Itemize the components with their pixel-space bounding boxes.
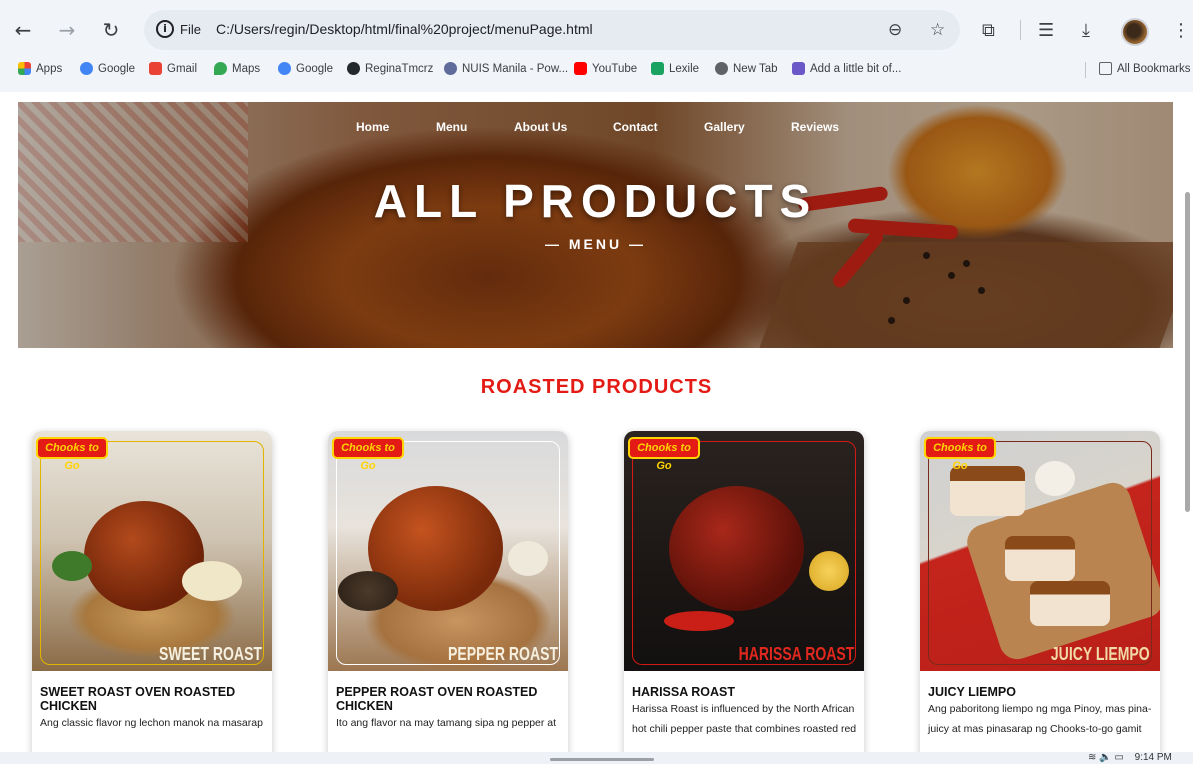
- product-card[interactable]: Chooks to Go JUICY LIEMPO JUICY LIEMPO A…: [920, 431, 1160, 764]
- download-icon[interactable]: ⤓: [1082, 20, 1090, 41]
- file-scheme-label: File: [180, 22, 201, 37]
- system-tray: ≋ 🔈 ▭ 9:14 PM: [1088, 752, 1172, 763]
- os-taskbar: ≋ 🔈 ▭ 9:14 PM: [0, 752, 1193, 764]
- browser-toolbar: ← → ↻ i File C:/Users/regin/Desktop/html…: [0, 6, 1193, 54]
- nav-link-home[interactable]: Home: [356, 120, 389, 134]
- reload-icon[interactable]: ↻: [98, 17, 124, 43]
- brand-logo: Chooks to Go: [924, 437, 996, 472]
- bookmark-google-2[interactable]: Google: [278, 62, 333, 75]
- image-flavor-label: PEPPER ROAST: [447, 644, 558, 664]
- page-content: Home Menu About Us Contact Gallery Revie…: [0, 92, 1193, 764]
- star-bookmark-icon[interactable]: ☆: [930, 20, 945, 40]
- product-card[interactable]: Chooks to Go PEPPER ROAST PEPPER ROAST O…: [328, 431, 568, 764]
- bookmark-apps[interactable]: Apps: [18, 62, 62, 75]
- bookmark-label: NUIS Manila - Pow...: [462, 62, 569, 75]
- wifi-icon[interactable]: ≋: [1088, 752, 1096, 763]
- maps-pin-icon: [214, 62, 227, 75]
- brand-logo: Chooks to Go: [332, 437, 404, 472]
- apps-grid-icon: [18, 62, 31, 75]
- address-bar[interactable]: i File C:/Users/regin/Desktop/html/final…: [144, 10, 960, 50]
- browser-chrome: ← → ↻ i File C:/Users/regin/Desktop/html…: [0, 0, 1193, 92]
- bookmark-label: Lexile: [669, 62, 700, 75]
- bookmark-add-little[interactable]: Add a little bit of...: [792, 62, 901, 75]
- taskbar-handle[interactable]: [550, 758, 654, 761]
- battery-icon[interactable]: ▭: [1114, 752, 1123, 763]
- nav-link-gallery[interactable]: Gallery: [704, 120, 745, 134]
- bookmark-site-icon: [792, 62, 805, 75]
- product-image: Chooks to Go JUICY LIEMPO: [920, 431, 1160, 671]
- nav-link-reviews[interactable]: Reviews: [791, 120, 839, 134]
- product-image: Chooks to Go SWEET ROAST: [32, 431, 272, 671]
- youtube-icon: [574, 62, 587, 75]
- bookmark-label: New Tab: [733, 62, 778, 75]
- info-icon[interactable]: i: [156, 20, 174, 38]
- product-description: Harissa Roast is influenced by the North…: [632, 703, 857, 735]
- bookmark-new-tab[interactable]: New Tab: [715, 62, 778, 75]
- product-description: Ang paboritong liempo ng mga Pinoy, mas …: [928, 703, 1152, 735]
- product-image: Chooks to Go PEPPER ROAST: [328, 431, 568, 671]
- product-description: Ito ang flavor na may tamang sipa ng pep…: [336, 717, 557, 729]
- bookmark-github[interactable]: ReginaTmcrz: [347, 62, 433, 75]
- image-flavor-label: JUICY LIEMPO: [1051, 644, 1150, 664]
- bookmark-youtube[interactable]: YouTube: [574, 62, 637, 75]
- bookmark-maps[interactable]: Maps: [214, 62, 260, 75]
- bookmark-label: Google: [98, 62, 136, 75]
- product-name: JUICY LIEMPO: [928, 685, 1016, 699]
- brand-logo: Chooks to Go: [628, 437, 700, 472]
- all-bookmarks[interactable]: All Bookmarks: [1099, 62, 1191, 75]
- lexile-icon: [651, 62, 664, 75]
- nuis-icon: [444, 62, 457, 75]
- hero-title: ALL PRODUCTS: [373, 175, 818, 227]
- clock[interactable]: 9:14 PM: [1135, 752, 1172, 763]
- extensions-icon[interactable]: ⧉: [982, 20, 995, 41]
- bookmark-google[interactable]: Google: [80, 62, 135, 75]
- product-description: Ang classic flavor ng lechon manok na ma…: [40, 717, 263, 729]
- new-tab-icon: [715, 62, 728, 75]
- product-card[interactable]: Chooks to Go HARISSA ROAST HARISSA ROAST…: [624, 431, 864, 764]
- zoom-icon[interactable]: ⊖: [888, 20, 902, 40]
- product-image: Chooks to Go HARISSA ROAST: [624, 431, 864, 671]
- bookmark-lexile[interactable]: Lexile: [651, 62, 699, 75]
- product-name: SWEET ROAST OVEN ROASTED CHICKEN: [40, 685, 236, 713]
- gmail-icon: [149, 62, 162, 75]
- bookmark-nuis[interactable]: NUIS Manila - Pow...: [444, 62, 568, 75]
- image-flavor-label: HARISSA ROAST: [738, 644, 854, 664]
- product-name: HARISSA ROAST: [632, 685, 736, 699]
- main-nav: Home Menu About Us Contact Gallery Revie…: [18, 120, 1173, 136]
- github-icon: [347, 62, 360, 75]
- product-name: PEPPER ROAST OVEN ROASTED CHICKEN: [336, 685, 538, 713]
- back-arrow-icon[interactable]: ←: [10, 17, 36, 43]
- section-title: ROASTED PRODUCTS: [480, 376, 713, 398]
- bookmark-gmail[interactable]: Gmail: [149, 62, 197, 75]
- profile-avatar[interactable]: [1121, 18, 1149, 46]
- google-icon: [278, 62, 291, 75]
- url-text[interactable]: C:/Users/regin/Desktop/html/final%20proj…: [216, 21, 593, 37]
- brand-logo: Chooks to Go: [36, 437, 108, 472]
- folder-icon: [1099, 62, 1112, 75]
- bookmark-label: Add a little bit of...: [810, 62, 902, 75]
- bookmarks-divider: [1085, 62, 1086, 78]
- product-card[interactable]: Chooks to Go SWEET ROAST SWEET ROAST OVE…: [32, 431, 272, 764]
- bookmarks-bar: Apps Google Gmail Maps Google ReginaTmcr…: [0, 58, 1193, 82]
- nav-link-menu[interactable]: Menu: [436, 120, 467, 134]
- more-menu-icon[interactable]: ⋮: [1172, 20, 1190, 41]
- reading-list-icon[interactable]: ☰: [1038, 20, 1054, 41]
- forward-arrow-icon[interactable]: →: [54, 17, 80, 43]
- bookmark-label: Google: [296, 62, 334, 75]
- nav-link-about[interactable]: About Us: [514, 120, 567, 134]
- page-scrollbar[interactable]: [1185, 192, 1190, 512]
- bookmark-label: YouTube: [592, 62, 638, 75]
- bookmark-label: Apps: [36, 62, 63, 75]
- hero-banner: Home Menu About Us Contact Gallery Revie…: [18, 102, 1173, 348]
- nav-link-contact[interactable]: Contact: [613, 120, 658, 134]
- google-icon: [80, 62, 93, 75]
- toolbar-divider: [1020, 20, 1021, 40]
- hero-subtitle: — MENU —: [545, 236, 646, 252]
- bookmark-label: Gmail: [167, 62, 198, 75]
- image-flavor-label: SWEET ROAST: [159, 644, 262, 664]
- volume-icon[interactable]: 🔈: [1099, 752, 1111, 763]
- all-bookmarks-label: All Bookmarks: [1117, 62, 1191, 75]
- bookmark-label: ReginaTmcrz: [365, 62, 434, 75]
- bookmark-label: Maps: [232, 62, 261, 75]
